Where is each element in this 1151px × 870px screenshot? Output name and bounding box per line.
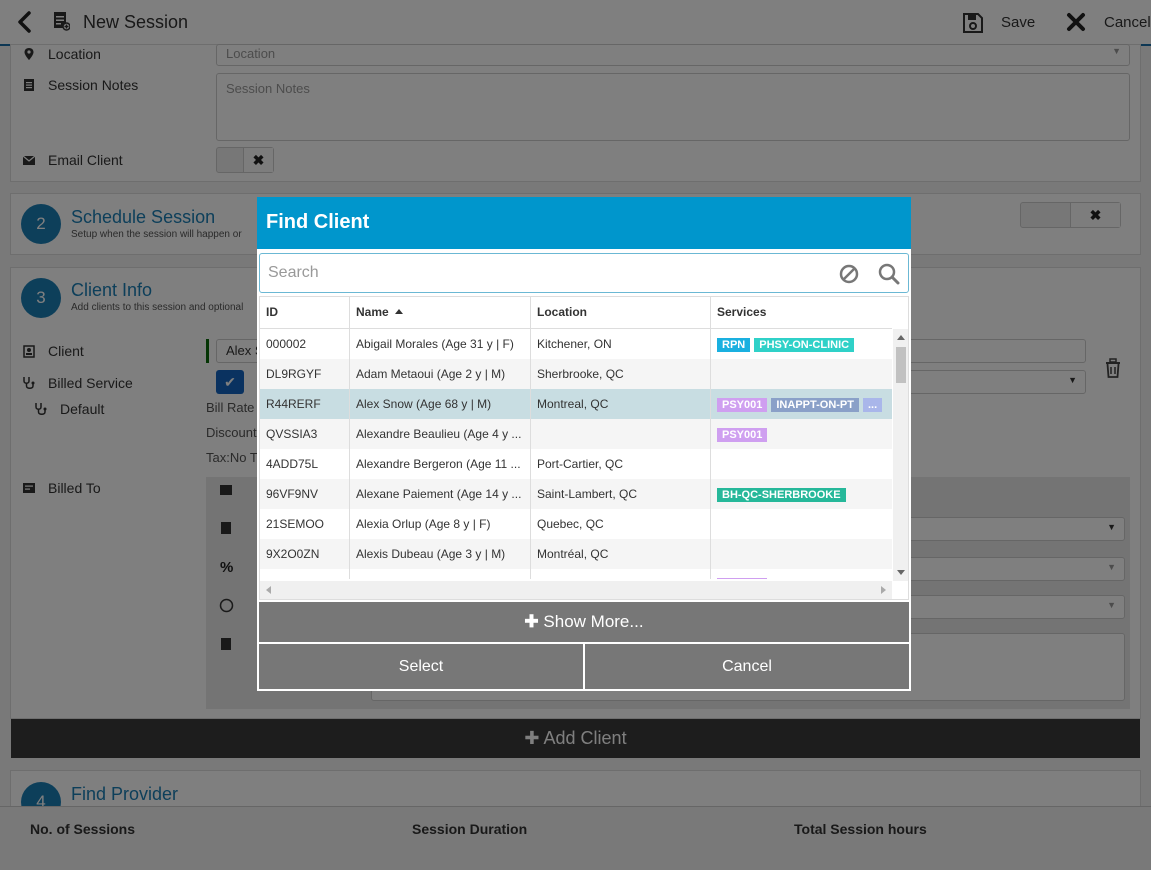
scroll-thumb[interactable] <box>896 347 906 383</box>
cell-name: Alexandre Beaulieu (Age 4 y ... <box>350 419 531 449</box>
grid-header: ID Name Location Services <box>260 297 892 329</box>
clear-search-icon[interactable] <box>838 263 860 285</box>
column-header-name-label: Name <box>356 305 389 319</box>
column-header-location[interactable]: Location <box>531 297 711 328</box>
scroll-right-icon[interactable] <box>881 586 886 594</box>
cell-location: Montréal, QC <box>531 539 711 569</box>
cell-name: Alexandre Bergeron (Age 11 ... <box>350 449 531 479</box>
cell-name: Alexane Paiement (Age 14 y ... <box>350 479 531 509</box>
find-client-dialog: Find Client ID Name Location Services 00… <box>257 197 911 691</box>
cell-id: QVSSIA3 <box>260 419 350 449</box>
table-row[interactable]: R44RERF Alex Snow (Age 68 y | M) Montreal,… <box>260 389 892 419</box>
cell-services: PSY001 <box>711 419 892 449</box>
cell-id: R44RERF <box>260 389 350 419</box>
service-tag: PSY001 <box>717 397 768 412</box>
service-tag: INAPPT-ON-PT <box>771 397 859 412</box>
service-tag: PSY001 <box>717 427 768 442</box>
cell-id: DL9RGYF <box>260 359 350 389</box>
table-row[interactable]: 000002 Abigail Morales (Age 31 y | F) Kitc… <box>260 329 892 359</box>
scroll-up-icon[interactable] <box>897 335 905 340</box>
horizontal-scrollbar[interactable] <box>260 581 892 599</box>
cell-location: Sherbrooke, QC <box>531 359 711 389</box>
cell-name: Alex Snow (Age 68 y | M) <box>350 389 531 419</box>
cell-services <box>711 509 892 539</box>
cell-location: Toronto, ON <box>531 569 711 579</box>
show-more-button[interactable]: ✚ Show More... <box>258 601 910 643</box>
table-row[interactable]: QVSSIA3 Alexandre Beaulieu (Age 4 y ... PS… <box>260 419 892 449</box>
cell-name: Abigail Morales (Age 31 y | F) <box>350 329 531 359</box>
cell-location: Saint-Lambert, QC <box>531 479 711 509</box>
cell-id: 96VF9NV <box>260 479 350 509</box>
table-row[interactable]: DL9RGYF Adam Metaoui (Age 2 y | M) Sherbro… <box>260 359 892 389</box>
column-header-id-label: ID <box>266 305 278 319</box>
column-header-services-label: Services <box>717 305 767 319</box>
table-row[interactable]: 96VF9NV Alexane Paiement (Age 14 y ... Sai… <box>260 479 892 509</box>
service-tag: PSY001 <box>717 577 768 579</box>
select-button[interactable]: Select <box>258 643 584 690</box>
column-header-location-label: Location <box>537 305 587 319</box>
grid-body: 000002 Abigail Morales (Age 31 y | F) Kitc… <box>260 329 892 579</box>
service-tag: PHSY-ON-CLINIC <box>754 337 855 352</box>
cell-services: PSY001 INAPPT-ON-PT... <box>711 389 892 419</box>
client-results-grid: ID Name Location Services 000002 Abigail … <box>259 296 909 600</box>
cell-services <box>711 359 892 389</box>
table-row[interactable]: 4ADD75L Alexandre Bergeron (Age 11 ... Por… <box>260 449 892 479</box>
cell-location: Kitchener, ON <box>531 329 711 359</box>
scroll-left-icon[interactable] <box>266 586 271 594</box>
cancel-dialog-button[interactable]: Cancel <box>584 643 910 690</box>
cell-name: Alexis Dubeau (Age 3 y | M) <box>350 539 531 569</box>
table-row[interactable]: 21SEMOO Alexia Orlup (Age 8 y | F) Quebec,… <box>260 509 892 539</box>
cell-id: 1DMM7 <box>260 569 350 579</box>
cell-id: 000002 <box>260 329 350 359</box>
cell-name: Anne Carr (Age 34 y | F) <box>350 569 531 579</box>
cell-services <box>711 539 892 569</box>
cell-services: RPN PHSY-ON-CLINIC <box>711 329 892 359</box>
sort-ascending-icon <box>394 309 403 314</box>
cell-services: BH-QC-SHERBROOKE <box>711 479 892 509</box>
cell-name: Alexia Orlup (Age 8 y | F) <box>350 509 531 539</box>
column-header-id[interactable]: ID <box>260 297 350 328</box>
cell-services: PSY001 <box>711 569 892 579</box>
search-input[interactable] <box>266 260 826 286</box>
dialog-title: Find Client <box>257 197 911 249</box>
show-more-label: Show More... <box>543 612 644 631</box>
column-header-services[interactable]: Services <box>711 297 892 328</box>
cell-id: 4ADD75L <box>260 449 350 479</box>
vertical-scrollbar[interactable] <box>893 329 908 581</box>
service-tag: RPN <box>717 337 751 352</box>
cell-location: Quebec, QC <box>531 509 711 539</box>
cell-id: 21SEMOO <box>260 509 350 539</box>
cell-location <box>531 419 711 449</box>
cell-location: Montreal, QC <box>531 389 711 419</box>
service-tag: BH-QC-SHERBROOKE <box>717 487 846 502</box>
cell-services <box>711 449 892 479</box>
cell-id: 9X2O0ZN <box>260 539 350 569</box>
cell-name: Adam Metaoui (Age 2 y | M) <box>350 359 531 389</box>
table-row[interactable]: 1DMM7Anne Carr (Age 34 y | F)Toronto, ON… <box>260 569 892 579</box>
search-icon[interactable] <box>878 263 900 285</box>
plus-icon: ✚ <box>524 612 539 631</box>
service-tag: ... <box>863 397 883 412</box>
cell-location: Port-Cartier, QC <box>531 449 711 479</box>
table-row[interactable]: 9X2O0ZN Alexis Dubeau (Age 3 y | M) Montré… <box>260 539 892 569</box>
scroll-down-icon[interactable] <box>897 570 905 575</box>
column-header-name[interactable]: Name <box>350 297 531 328</box>
search-box <box>259 253 909 293</box>
